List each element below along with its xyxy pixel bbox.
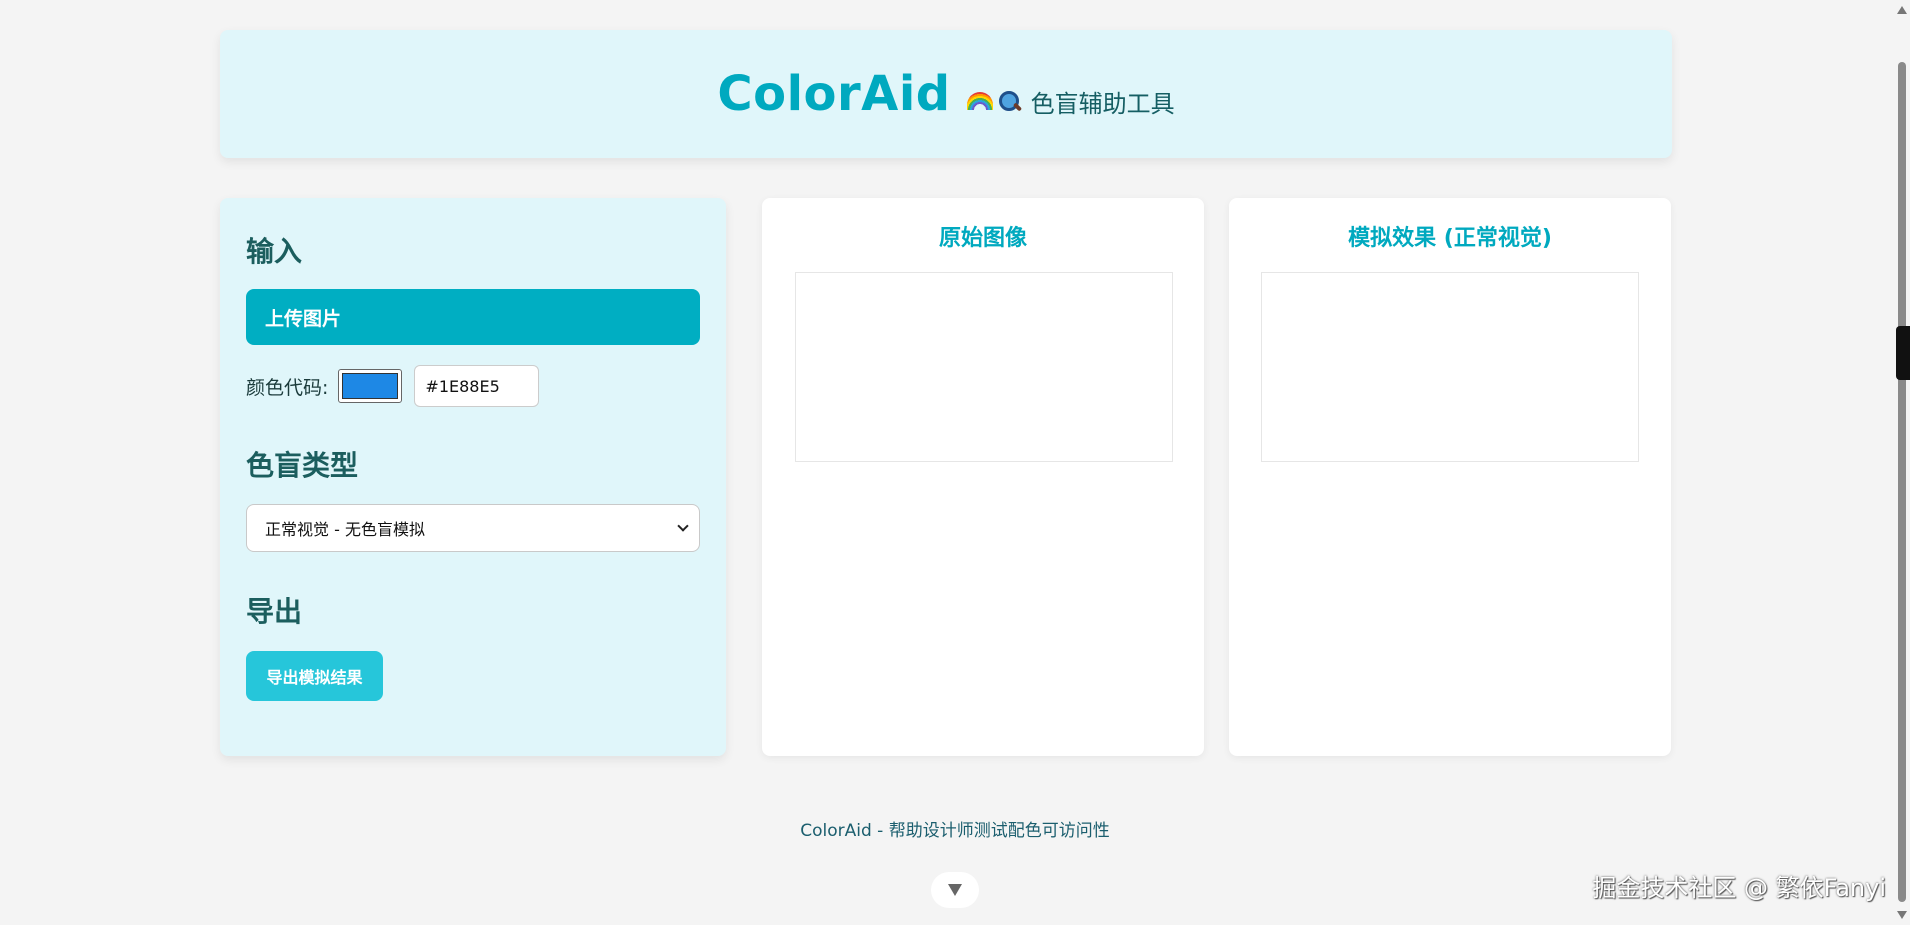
simulated-image-card: 模拟效果 (正常视觉)	[1229, 198, 1671, 756]
export-result-button[interactable]: 导出模拟结果	[246, 651, 383, 701]
hex-color-input[interactable]	[414, 365, 540, 407]
rainbow-icon	[966, 92, 993, 110]
colorblind-type-select[interactable]: 正常视觉 - 无色盲模拟	[246, 504, 700, 552]
scrollbar-thumb[interactable]	[1898, 62, 1906, 902]
scroll-down-arrow-icon[interactable]	[1897, 911, 1907, 919]
arrow-down-icon	[948, 884, 962, 896]
magnifier-icon	[997, 89, 1021, 113]
subtitle-text: 色盲辅助工具	[1030, 89, 1175, 118]
selected-type: 正常视觉 - 无色盲模拟	[265, 520, 425, 539]
color-code-row: 颜色代码:	[246, 365, 540, 407]
app-header: ColorAid 色盲辅助工具	[220, 30, 1672, 158]
input-section-title: 输入	[246, 235, 303, 268]
app-title: ColorAid	[717, 66, 951, 122]
export-section-title: 导出	[246, 595, 303, 628]
watermark: 掘金技术社区 @ 繁依Fanyi	[1592, 874, 1886, 902]
original-image-card: 原始图像	[762, 198, 1204, 756]
simulated-image-title: 模拟效果 (正常视觉)	[1348, 226, 1552, 251]
chevron-down-icon	[677, 520, 689, 532]
color-picker[interactable]	[338, 369, 403, 403]
page-scrollbar[interactable]	[1894, 0, 1910, 925]
color-swatch-fill	[342, 373, 399, 399]
side-handle[interactable]	[1896, 326, 1910, 380]
control-panel: 输入 上传图片 颜色代码: 色盲类型 正常视觉 - 无色盲模拟 导出 导出模拟结…	[220, 198, 726, 756]
page: ColorAid 色盲辅助工具 输入 上传图片 颜色代码: 色盲类型 正常视觉 …	[0, 0, 1910, 925]
footer-text: ColorAid - 帮助设计师测试配色可访问性	[800, 821, 1110, 841]
simulated-image-frame	[1261, 272, 1639, 462]
scroll-up-arrow-icon[interactable]	[1897, 6, 1907, 14]
scroll-down-button[interactable]	[931, 872, 979, 908]
app-subtitle: 色盲辅助工具	[966, 84, 1175, 119]
original-image-frame	[795, 272, 1173, 462]
color-code-label: 颜色代码:	[246, 376, 329, 399]
upload-image-button[interactable]: 上传图片	[246, 289, 700, 345]
original-image-title: 原始图像	[938, 226, 1027, 251]
type-section-title: 色盲类型	[246, 449, 359, 482]
